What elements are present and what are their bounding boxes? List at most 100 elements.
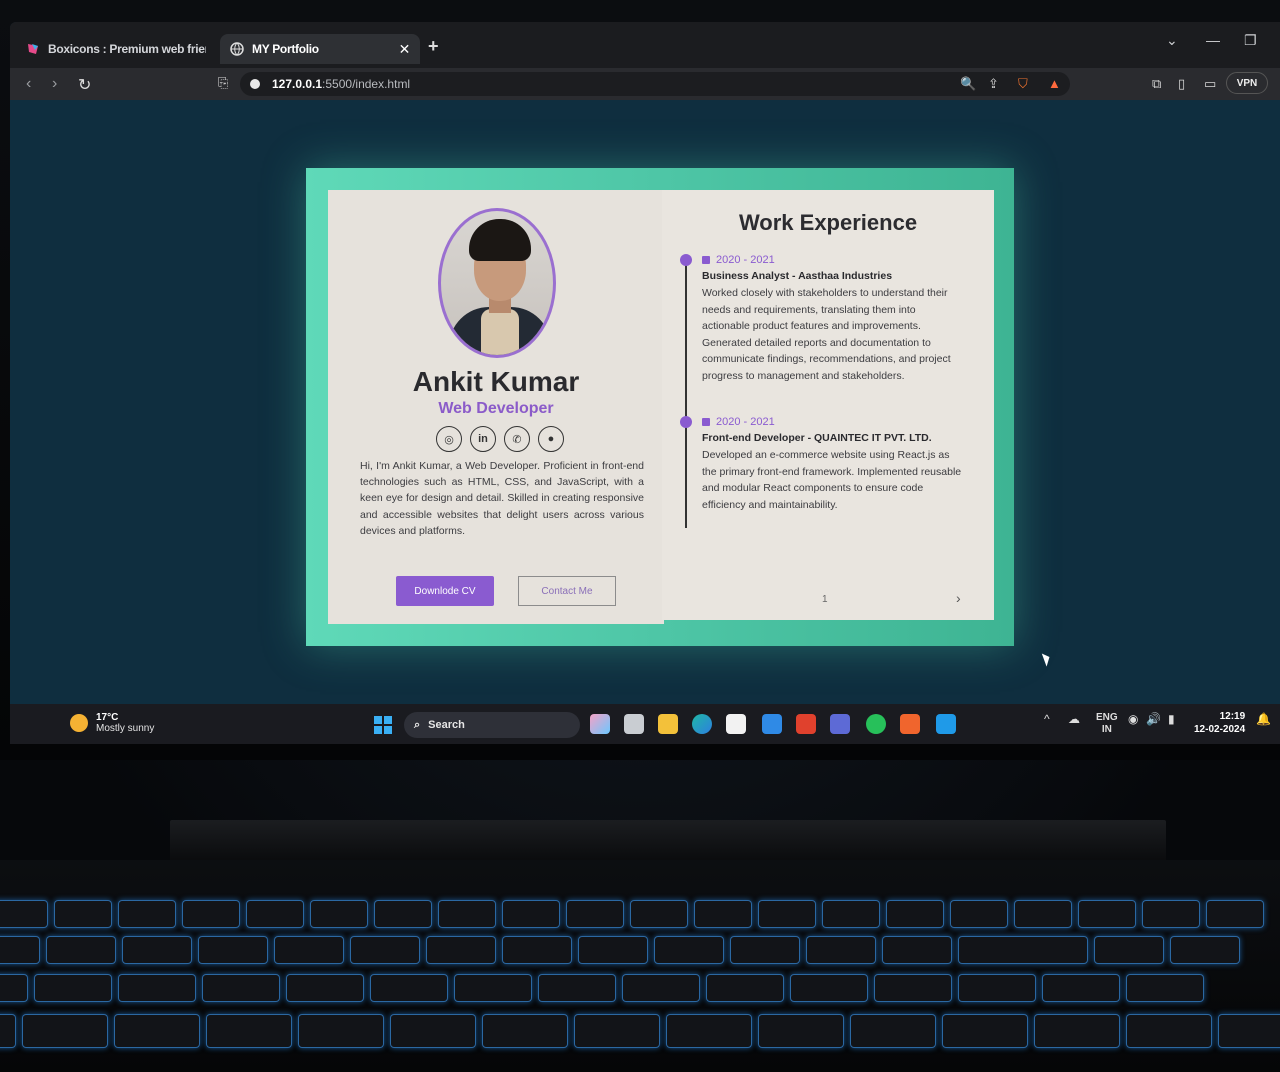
photo-stage: Boxicons : Premium web friendly ico MY P… bbox=[0, 0, 1280, 1072]
key bbox=[438, 900, 496, 928]
language-indicator[interactable]: ENG IN bbox=[1096, 712, 1118, 736]
whatsapp-icon[interactable]: ✆ bbox=[504, 426, 530, 452]
laptop-screen: Boxicons : Premium web friendly ico MY P… bbox=[10, 22, 1280, 744]
search-icon: ⌕ bbox=[414, 718, 421, 731]
forward-icon[interactable]: › bbox=[52, 75, 57, 93]
key bbox=[206, 1014, 292, 1048]
url-host: 127.0.0.1 bbox=[272, 77, 323, 91]
file-explorer-icon[interactable] bbox=[658, 714, 678, 734]
store-icon[interactable] bbox=[726, 714, 746, 734]
keyboard-row bbox=[0, 900, 1264, 928]
weather-widget[interactable]: 17°C Mostly sunny bbox=[70, 712, 154, 734]
clock-date: 12-02-2024 bbox=[1194, 724, 1246, 735]
taskbar-search[interactable]: ⌕ Search bbox=[404, 712, 580, 738]
experience-description: Worked closely with stakeholders to unde… bbox=[702, 287, 951, 382]
sidebar-icon[interactable]: ▯ bbox=[1178, 76, 1185, 92]
experience-role: Business Analyst - Aasthaa Industries bbox=[702, 270, 893, 282]
key bbox=[538, 974, 616, 1002]
next-page-icon[interactable]: › bbox=[956, 590, 961, 606]
mcafee-icon[interactable] bbox=[796, 714, 816, 734]
sun-icon bbox=[70, 714, 88, 732]
volume-icon[interactable]: 🔊 bbox=[1146, 712, 1161, 726]
profile-bio: Hi, I'm Ankit Kumar, a Web Developer. Pr… bbox=[360, 460, 644, 537]
laptop-hinge bbox=[170, 820, 1166, 862]
whatsapp-app-icon[interactable] bbox=[866, 714, 886, 734]
timeline-dot bbox=[680, 416, 692, 428]
vscode-icon[interactable] bbox=[936, 714, 956, 734]
keyboard-row bbox=[0, 1014, 1280, 1048]
share-icon[interactable]: ⇪ bbox=[988, 76, 999, 92]
cloud-icon[interactable]: ☁ bbox=[1068, 712, 1080, 726]
wallet-icon[interactable]: ▭ bbox=[1204, 76, 1216, 92]
key bbox=[374, 900, 432, 928]
clock[interactable]: 12:19 12-02-2024 bbox=[1194, 710, 1245, 736]
linkedin-icon[interactable]: in bbox=[470, 426, 496, 452]
key bbox=[482, 1014, 568, 1048]
brave-shield-icon[interactable]: ⛉ bbox=[1018, 76, 1028, 92]
minimize-icon[interactable]: — bbox=[1206, 32, 1220, 48]
experience-item: 2020 - 2021 Front-end Developer - QUAINT… bbox=[702, 416, 964, 513]
reload-icon[interactable]: ↻ bbox=[78, 75, 91, 95]
key bbox=[298, 1014, 384, 1048]
experience-date: 2020 - 2021 bbox=[702, 254, 964, 266]
key bbox=[622, 974, 700, 1002]
copilot-icon[interactable] bbox=[590, 714, 610, 734]
key bbox=[202, 974, 280, 1002]
key bbox=[806, 936, 876, 964]
todo-icon[interactable] bbox=[762, 714, 782, 734]
tab-boxicons[interactable]: Boxicons : Premium web friendly ico bbox=[16, 34, 216, 64]
key bbox=[0, 936, 40, 964]
key bbox=[1014, 900, 1072, 928]
keyboard-row bbox=[0, 936, 1240, 964]
battery-icon[interactable]: ▮ bbox=[1168, 712, 1175, 726]
bookmark-icon[interactable]: ⎘ bbox=[218, 75, 228, 91]
key bbox=[630, 900, 688, 928]
zoom-icon[interactable]: 🔍 bbox=[960, 76, 976, 92]
key bbox=[578, 936, 648, 964]
key bbox=[46, 936, 116, 964]
new-tab-button[interactable]: + bbox=[428, 36, 439, 57]
avatar bbox=[438, 208, 556, 358]
start-icon[interactable] bbox=[374, 716, 392, 734]
back-icon[interactable]: ‹ bbox=[26, 75, 31, 93]
extensions-icon[interactable]: ⧉ bbox=[1152, 76, 1161, 92]
task-view-icon[interactable] bbox=[624, 714, 644, 734]
experience-date: 2020 - 2021 bbox=[702, 416, 964, 428]
social-links: ◎ in ✆ ● bbox=[436, 426, 564, 452]
instagram-icon[interactable]: ◎ bbox=[436, 426, 462, 452]
key bbox=[454, 974, 532, 1002]
key bbox=[758, 1014, 844, 1048]
address-bar[interactable]: 127.0.0.1:5500/index.html bbox=[240, 72, 1070, 96]
key bbox=[198, 936, 268, 964]
key bbox=[310, 900, 368, 928]
key bbox=[426, 936, 496, 964]
key bbox=[1170, 936, 1240, 964]
key bbox=[1078, 900, 1136, 928]
brave-rewards-icon[interactable]: ▲ bbox=[1048, 76, 1061, 91]
github-icon[interactable]: ● bbox=[538, 426, 564, 452]
key bbox=[114, 1014, 200, 1048]
brave-browser-icon[interactable] bbox=[900, 714, 920, 734]
tray-chevron-icon[interactable]: ^ bbox=[1044, 712, 1050, 726]
restore-icon[interactable]: ❐ bbox=[1244, 32, 1257, 49]
contact-me-button[interactable]: Contact Me bbox=[518, 576, 616, 606]
edge-icon[interactable] bbox=[692, 714, 712, 734]
vpn-button[interactable]: VPN bbox=[1226, 72, 1268, 94]
key bbox=[758, 900, 816, 928]
key bbox=[390, 1014, 476, 1048]
weather-temp: 17°C bbox=[96, 712, 119, 723]
teams-icon[interactable] bbox=[830, 714, 850, 734]
tab-my-portfolio[interactable]: MY Portfolio ✕ bbox=[220, 34, 420, 64]
experience-date-text: 2020 - 2021 bbox=[716, 254, 775, 266]
download-cv-button[interactable]: Downlode CV bbox=[396, 576, 494, 606]
tab-search-chevron-icon[interactable]: ⌄ bbox=[1166, 32, 1178, 49]
search-label: Search bbox=[428, 719, 465, 731]
boxicons-favicon-icon bbox=[28, 44, 38, 54]
key bbox=[118, 900, 176, 928]
notification-bell-icon[interactable]: 🔔 bbox=[1256, 712, 1271, 726]
key bbox=[730, 936, 800, 964]
wifi-icon[interactable]: ◉ bbox=[1128, 712, 1138, 726]
site-info-icon[interactable] bbox=[250, 79, 260, 89]
close-tab-icon[interactable]: ✕ bbox=[399, 41, 411, 58]
key bbox=[0, 900, 48, 928]
